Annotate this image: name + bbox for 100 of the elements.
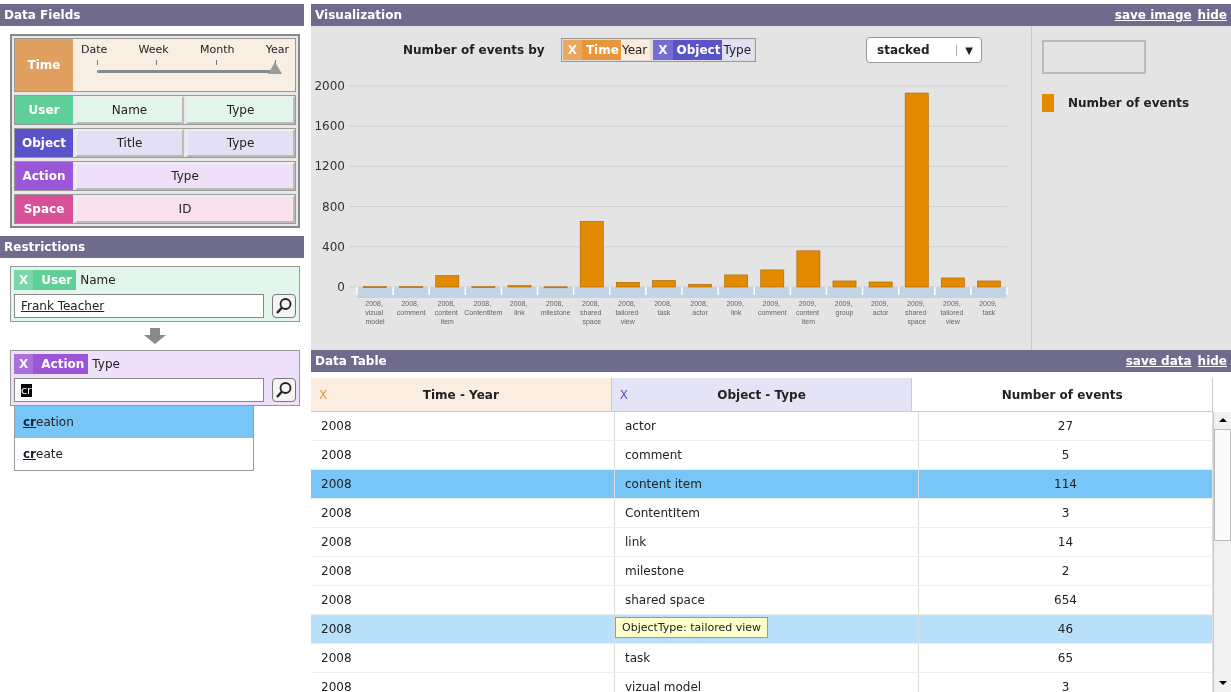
remove-button[interactable]: X	[653, 40, 673, 60]
dimension-label[interactable]: Action	[15, 162, 73, 190]
field-label: Type	[91, 357, 120, 371]
field-button[interactable]: Type	[186, 96, 295, 124]
table-cell: 2008	[321, 593, 352, 607]
table-cell: 27	[1057, 419, 1074, 433]
axis-tick-label: 0	[337, 280, 345, 294]
column-header[interactable]: X Object - Type	[611, 378, 913, 411]
bar[interactable]	[507, 285, 532, 288]
table-cell: 2008	[321, 651, 352, 665]
table-row[interactable]: 2008 milestone 2	[311, 557, 1213, 586]
table-row[interactable]: 2008 actor 27	[311, 412, 1213, 441]
bar[interactable]	[543, 286, 568, 289]
table-row[interactable]: 2008 task 65	[311, 644, 1213, 673]
bar[interactable]	[832, 280, 857, 288]
bar[interactable]	[688, 284, 712, 288]
field-value: Frank Teacher	[21, 299, 105, 313]
table-cell: 2008	[321, 535, 352, 549]
table-cell: 2008	[321, 477, 352, 491]
field-button[interactable]: Title	[75, 129, 184, 157]
field-label: Type	[722, 43, 753, 57]
search-field[interactable]: cr	[14, 378, 264, 402]
dimension-tag: Action	[33, 354, 89, 374]
panel-title: Data Table	[315, 354, 387, 368]
table-cell: 654	[1054, 593, 1077, 607]
axis-tick-label: 2000	[314, 79, 345, 93]
column-header[interactable]: X Time - Year	[311, 378, 612, 411]
table-cell: 14	[1057, 535, 1074, 549]
scrollbar[interactable]	[1213, 412, 1231, 692]
table-cell: comment	[625, 448, 682, 462]
table-cell: 2008	[321, 622, 352, 636]
table-row[interactable]: 2008 content item 114	[311, 470, 1213, 499]
bar[interactable]	[616, 282, 640, 288]
column-title: Time - Year	[422, 387, 499, 402]
field-button[interactable]: ID	[75, 195, 295, 223]
axis-tick-label: 1600	[314, 119, 345, 134]
scroll-thumb[interactable]	[1214, 429, 1231, 541]
bar[interactable]	[977, 280, 1001, 288]
table-cell: ContentItem	[625, 506, 701, 520]
table-row[interactable]: 2008 ObjectType: tailored view 46	[311, 615, 1213, 644]
field-label: Name	[79, 273, 116, 287]
bar[interactable]	[904, 92, 929, 288]
suggestion-item[interactable]: creation	[15, 406, 253, 438]
table-cell: actor	[625, 419, 656, 433]
header-link[interactable]: save image	[1114, 8, 1192, 22]
table-row[interactable]: 2008 link 14	[311, 528, 1213, 557]
table-cell: 2008	[321, 564, 352, 578]
bar[interactable]	[796, 250, 821, 288]
dimension-label[interactable]: Object	[15, 129, 73, 157]
field-button[interactable]: Type	[75, 162, 295, 190]
table-cell: 2008	[321, 680, 352, 692]
bar[interactable]	[652, 280, 676, 288]
chart-caption: Number of events by	[403, 43, 545, 57]
panel-title: Data Fields	[4, 8, 81, 22]
bar[interactable]	[579, 220, 604, 288]
header-link[interactable]: hide	[1197, 354, 1227, 368]
mode-dropdown[interactable]: stacked ▼	[866, 37, 983, 63]
table-cell: 2	[1061, 564, 1070, 578]
field-label: Year	[620, 43, 649, 57]
dimension-label[interactable]: Space	[15, 195, 73, 223]
tooltip: ObjectType: tailored view	[615, 617, 769, 638]
bar[interactable]	[868, 281, 893, 288]
table-cell: task	[625, 651, 651, 665]
bar[interactable]	[435, 275, 460, 288]
remove-button[interactable]: X	[619, 387, 628, 402]
table-cell: 65	[1057, 651, 1074, 665]
granularity-slider[interactable]: Date Week Month Year	[75, 39, 295, 91]
bar[interactable]	[724, 274, 748, 288]
suggestion-item[interactable]: create	[15, 438, 253, 470]
table-row[interactable]: 2008 ContentItem 3	[311, 499, 1213, 528]
table-cell: 114	[1054, 477, 1077, 491]
column-title: Number of events	[1001, 387, 1123, 402]
axis-tick-label: 1200	[314, 159, 345, 174]
down-arrow-icon	[144, 328, 166, 344]
search-button[interactable]	[272, 378, 296, 402]
axis-tick-label: 400	[322, 239, 345, 254]
dimension-tag: Object	[672, 40, 723, 60]
search-field[interactable]: Frank Teacher	[14, 294, 264, 318]
dimension-tag: Time	[581, 40, 621, 60]
table-cell: vizual model	[625, 680, 702, 692]
table-cell: 5	[1061, 448, 1070, 462]
table-cell: 2008	[321, 506, 352, 520]
table-cell: link	[625, 535, 647, 549]
legend-field[interactable]	[1042, 40, 1146, 74]
legend-label: Number of events	[1068, 96, 1190, 110]
field-button[interactable]: Type	[186, 129, 295, 157]
field-button[interactable]: Name	[75, 96, 184, 124]
step-label: Month	[199, 43, 235, 56]
search-button[interactable]	[272, 294, 296, 318]
bar[interactable]	[941, 277, 965, 288]
header-link[interactable]: hide	[1197, 8, 1227, 22]
header-link[interactable]: save data	[1125, 354, 1192, 368]
table-cell: 46	[1057, 622, 1074, 636]
field-value: cr	[21, 383, 32, 397]
bar[interactable]	[760, 269, 785, 288]
panel-title: Visualization	[315, 8, 402, 22]
slider-thumb[interactable]	[268, 62, 282, 74]
step-label: Year	[265, 43, 289, 56]
step-label: Week	[138, 43, 169, 56]
dimension-tag: User	[33, 270, 77, 290]
